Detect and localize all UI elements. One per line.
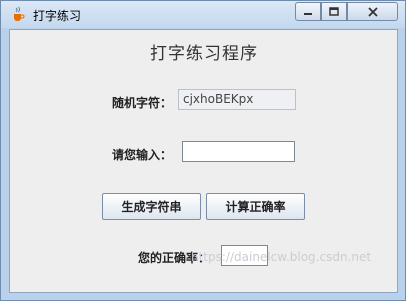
watermark-text: https://dainelcw.blog.csdn.net <box>191 250 372 264</box>
generate-string-button[interactable]: 生成字符串 <box>102 193 201 220</box>
title-bar[interactable]: 打字练习 <box>1 1 405 28</box>
calculate-accuracy-button[interactable]: 计算正确率 <box>206 193 305 220</box>
window-title: 打字练习 <box>33 9 82 23</box>
close-button[interactable] <box>347 2 398 21</box>
random-chars-field: cjxhoBEKpx <box>178 89 296 110</box>
content-panel: 打字练习程序 随机字符： cjxhoBEKpx 请您输入： 生成字符串 计算正确… <box>9 29 398 293</box>
close-icon <box>367 6 378 17</box>
maximize-icon <box>329 6 339 16</box>
page-title: 打字练习程序 <box>150 44 258 64</box>
minimize-icon <box>304 12 312 15</box>
minimize-button[interactable] <box>295 2 321 21</box>
random-chars-label: 随机字符： <box>112 96 173 110</box>
input-label: 请您输入： <box>112 148 173 162</box>
app-window: 打字练习 打字练习程序 随机字符： cjxhoBEKpx 请您输入： 生成字符串… <box>0 0 406 301</box>
input-field[interactable] <box>182 141 295 162</box>
java-cup-icon <box>14 6 25 21</box>
maximize-button[interactable] <box>321 2 347 21</box>
